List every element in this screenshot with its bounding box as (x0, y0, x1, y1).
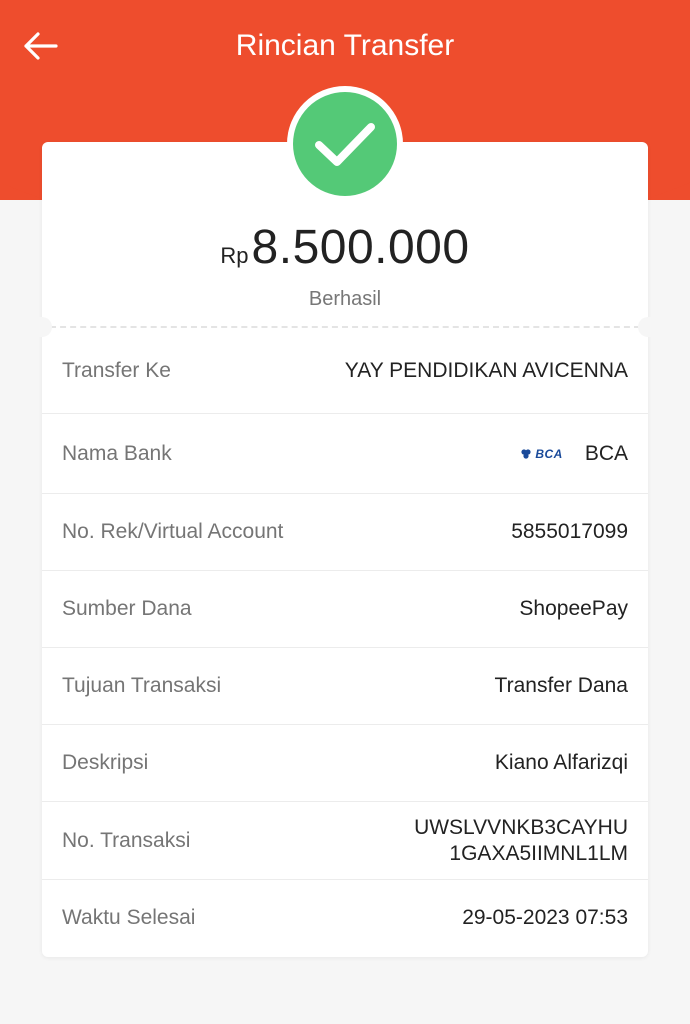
row-value: Transfer Dana (494, 674, 628, 697)
row-value: YAY PENDIDIKAN AVICENNA (344, 358, 628, 382)
row-label: Transfer Ke (62, 358, 171, 382)
row-value: Kiano Alfarizqi (494, 751, 628, 774)
row-label: Sumber Dana (62, 597, 192, 620)
row-label: No. Transaksi (62, 828, 191, 852)
currency-label: Rp (220, 243, 249, 268)
row-label: Nama Bank (62, 441, 172, 465)
row-value: ShopeePay (519, 597, 628, 620)
detail-row-description: Deskripsi Kiano Alfarizqi (42, 725, 648, 802)
row-label: Tujuan Transaksi (62, 674, 222, 697)
row-label: Deskripsi (62, 751, 149, 774)
transfer-detail-screen: Rincian Transfer Rp8.500.000 Berhasil Tr… (0, 0, 690, 1024)
transfer-receipt-card: Rp8.500.000 Berhasil Transfer Ke YAY PEN… (32, 86, 658, 957)
status-text: Berhasil (308, 288, 382, 310)
row-value: BCA (584, 441, 628, 465)
detail-row-account: No. Rek/Virtual Account 5855017099 (42, 494, 648, 571)
check-icon (315, 123, 375, 166)
page-title: Rincian Transfer (235, 29, 455, 62)
row-value: 5855017099 (511, 520, 628, 543)
detail-row-purpose: Tujuan Transaksi Transfer Dana (42, 648, 648, 725)
amount-value: 8.500.000 (251, 221, 470, 274)
transfer-amount: Rp8.500.000 (42, 220, 648, 275)
detail-row-source: Sumber Dana ShopeePay (42, 571, 648, 648)
detail-row-transfer-to: Transfer Ke YAY PENDIDIKAN AVICENNA (42, 328, 648, 414)
summary-section: Rp8.500.000 Berhasil (42, 86, 648, 326)
success-badge (287, 86, 403, 202)
row-label: Waktu Selesai (62, 906, 196, 929)
detail-row-transaction-no: No. Transaksi UWSLVVNKB3CAYHU 1GAXA5IIMN… (42, 802, 648, 880)
detail-list: Transfer Ke YAY PENDIDIKAN AVICENNA Nama… (42, 328, 648, 956)
row-value: 29-05-2023 07:53 (462, 906, 628, 929)
bca-logo-icon: BCA (520, 447, 563, 461)
detail-row-completed-at: Waktu Selesai 29-05-2023 07:53 (42, 880, 648, 956)
detail-row-bank: Nama Bank BCA BCA (42, 414, 648, 494)
transaction-number[interactable]: UWSLVVNKB3CAYHU 1GAXA5IIMNL1LM (414, 815, 628, 867)
row-label: No. Rek/Virtual Account (62, 520, 284, 543)
